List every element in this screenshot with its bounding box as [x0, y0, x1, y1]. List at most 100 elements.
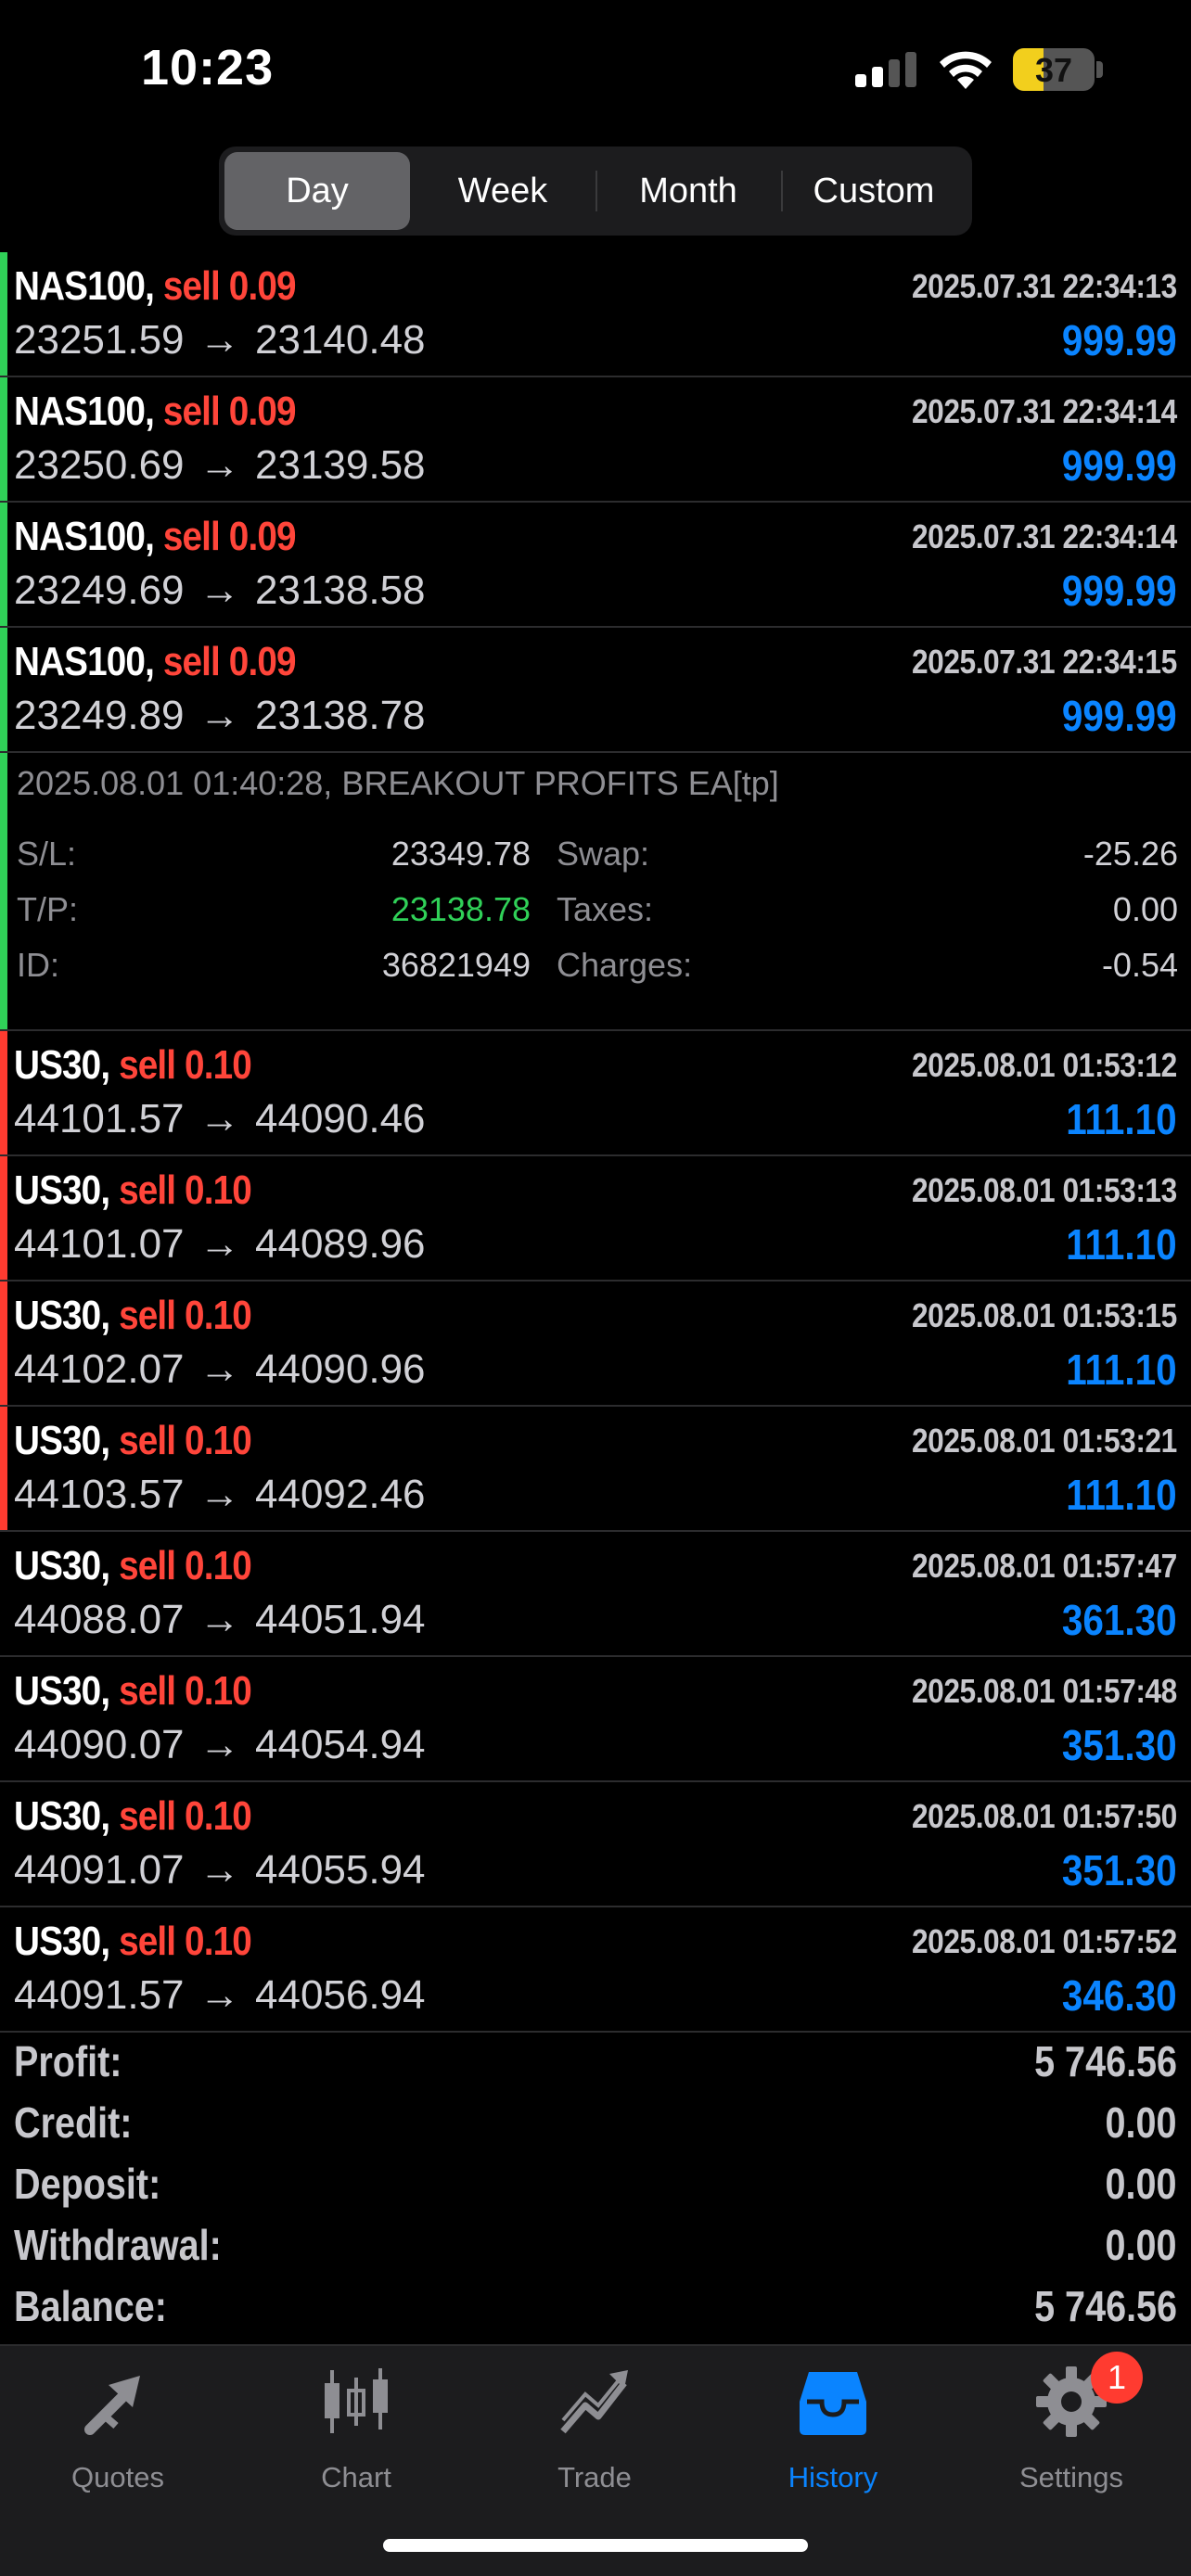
close-price: 44056.94	[255, 1972, 426, 2018]
deal-side-volume: sell 0.10	[119, 1919, 252, 1964]
tab-chart-label: Chart	[321, 2461, 391, 2493]
deal-title: US30, sell 0.10	[14, 1167, 252, 1214]
home-indicator[interactable]	[383, 2539, 808, 2552]
deal-symbol: US30,	[14, 1668, 110, 1714]
quotes-arrows-icon	[84, 2376, 140, 2435]
tab-quotes[interactable]: Quotes	[25, 2365, 211, 2504]
deal-title: US30, sell 0.10	[14, 1293, 252, 1339]
deal-comment: 2025.08.01 01:40:28, BREAKOUT PROFITS EA…	[17, 764, 779, 802]
arrow-right-icon: →	[198, 1847, 240, 1893]
arrow-right-icon: →	[198, 1597, 240, 1642]
tab-week[interactable]: Week	[410, 152, 596, 230]
close-price: 44054.94	[255, 1722, 426, 1767]
deal-side-volume: sell 0.10	[119, 1418, 252, 1463]
deal-side-volume: sell 0.10	[119, 1793, 252, 1839]
deal-row[interactable]: NAS100, sell 0.09 23249.89 → 23138.78 2025…	[0, 628, 1191, 753]
tab-trade[interactable]: Trade	[502, 2365, 687, 2504]
deal-symbol: US30,	[14, 1418, 110, 1463]
deal-row[interactable]: US30, sell 0.10 44101.07 → 44089.96 2025.0…	[0, 1156, 1191, 1282]
deal-row[interactable]: NAS100, sell 0.09 23251.59 → 23140.48 2025…	[0, 252, 1191, 377]
summary-row: Withdrawal: 0.00	[0, 2214, 1191, 2276]
deal-side-volume: sell 0.10	[119, 1042, 252, 1088]
deal-prices: 44103.57 → 44092.46	[14, 1472, 426, 1518]
deal-profit: 111.10	[1066, 1095, 1177, 1143]
deal-profit: 351.30	[1062, 1721, 1177, 1769]
close-price: 23138.58	[255, 567, 426, 613]
sl-value: 23349.78	[391, 835, 531, 873]
deal-profit: 999.99	[1062, 567, 1177, 615]
deal-symbol: US30,	[14, 1293, 110, 1338]
deal-datetime: 2025.08.01 01:57:47	[912, 1547, 1177, 1585]
deal-prices: 44091.07 → 44055.94	[14, 1847, 426, 1894]
battery-percent: 37	[1034, 51, 1073, 89]
summary-label: Deposit:	[14, 2160, 161, 2208]
deal-prices: 23249.89 → 23138.78	[14, 693, 426, 739]
open-price: 44103.57	[14, 1472, 185, 1517]
deal-datetime: 2025.08.01 01:57:52	[912, 1922, 1177, 1960]
deal-side-volume: sell 0.09	[162, 639, 297, 684]
summary-row: Deposit: 0.00	[0, 2153, 1191, 2214]
tab-custom[interactable]: Custom	[781, 152, 967, 230]
arrow-right-icon: →	[198, 693, 240, 738]
deal-row[interactable]: US30, sell 0.10 44091.57 → 44056.94 2025.0…	[0, 1907, 1191, 2033]
trend-line-icon	[560, 2370, 628, 2434]
deal-side-volume: sell 0.10	[119, 1668, 252, 1714]
deal-title: NAS100, sell 0.09	[14, 639, 297, 685]
deal-profit: 999.99	[1062, 316, 1177, 364]
deal-datetime: 2025.08.01 01:57:48	[912, 1672, 1177, 1710]
deal-title: NAS100, sell 0.09	[14, 389, 297, 435]
deal-row[interactable]: NAS100, sell 0.09 23250.69 → 23139.58 2025…	[0, 377, 1191, 503]
close-price: 44092.46	[255, 1472, 426, 1517]
tab-chart[interactable]: Chart	[263, 2365, 449, 2504]
arrow-right-icon: →	[198, 1472, 240, 1517]
summary-row: Balance: 5 746.56	[0, 2276, 1191, 2337]
deal-row[interactable]: US30, sell 0.10 44103.57 → 44092.46 2025.0…	[0, 1407, 1191, 1532]
deal-profit: 999.99	[1062, 441, 1177, 490]
deal-status-bar	[0, 753, 7, 1029]
summary-value: 5 746.56	[1034, 2037, 1177, 2085]
summary-value: 0.00	[1106, 2221, 1177, 2269]
open-price: 23249.69	[14, 567, 185, 613]
tab-history[interactable]: History	[740, 2365, 926, 2504]
open-price: 44102.07	[14, 1346, 185, 1392]
deal-prices: 44101.57 → 44090.46	[14, 1096, 426, 1142]
deal-status-bar	[0, 1156, 7, 1280]
tab-month[interactable]: Month	[596, 152, 781, 230]
open-price: 44091.57	[14, 1972, 185, 2018]
arrow-right-icon: →	[198, 1096, 240, 1141]
tab-day[interactable]: Day	[224, 152, 410, 230]
close-price: 23139.58	[255, 442, 426, 488]
taxes-value: 0.00	[1112, 890, 1178, 928]
deal-prices: 44102.07 → 44090.96	[14, 1346, 426, 1393]
period-segmented-control: Day Week Month Custom	[219, 147, 972, 236]
deal-prices: 23251.59 → 23140.48	[14, 317, 426, 363]
deal-datetime: 2025.08.01 01:57:50	[912, 1797, 1177, 1835]
arrow-right-icon: →	[198, 1346, 240, 1392]
deal-status-bar	[0, 1031, 7, 1154]
close-price: 44089.96	[255, 1221, 426, 1267]
deal-row[interactable]: US30, sell 0.10 44088.07 → 44051.94 2025.0…	[0, 1532, 1191, 1657]
deal-status-bar	[0, 1532, 7, 1655]
deal-row[interactable]: US30, sell 0.10 44090.07 → 44054.94 2025.0…	[0, 1657, 1191, 1782]
deal-symbol: NAS100,	[14, 639, 155, 684]
summary-label: Profit:	[14, 2037, 122, 2085]
deal-row[interactable]: US30, sell 0.10 44091.07 → 44055.94 2025.0…	[0, 1782, 1191, 1907]
status-time: 10:23	[141, 40, 275, 96]
deal-row[interactable]: US30, sell 0.10 44102.07 → 44090.96 2025.0…	[0, 1282, 1191, 1407]
deal-row[interactable]: US30, sell 0.10 44101.57 → 44090.46 2025.0…	[0, 1031, 1191, 1156]
deal-datetime: 2025.07.31 22:34:14	[912, 392, 1177, 430]
tab-quotes-label: Quotes	[71, 2461, 164, 2493]
deal-status-bar	[0, 1782, 7, 1906]
deal-datetime: 2025.07.31 22:34:14	[912, 517, 1177, 555]
charges-label: Charges:	[557, 946, 693, 984]
deal-status-bar	[0, 1657, 7, 1780]
deal-row[interactable]: NAS100, sell 0.09 23249.69 → 23138.58 2025…	[0, 503, 1191, 628]
deal-profit: 111.10	[1066, 1220, 1177, 1269]
sl-label: S/L:	[17, 835, 77, 873]
deal-details: 2025.08.01 01:40:28, BREAKOUT PROFITS EA…	[0, 753, 1191, 1031]
cellular-signal-icon	[855, 52, 920, 87]
deal-profit: 111.10	[1066, 1345, 1177, 1394]
tp-label: T/P:	[17, 890, 79, 928]
arrow-right-icon: →	[198, 1221, 240, 1267]
deal-symbol: US30,	[14, 1793, 110, 1839]
